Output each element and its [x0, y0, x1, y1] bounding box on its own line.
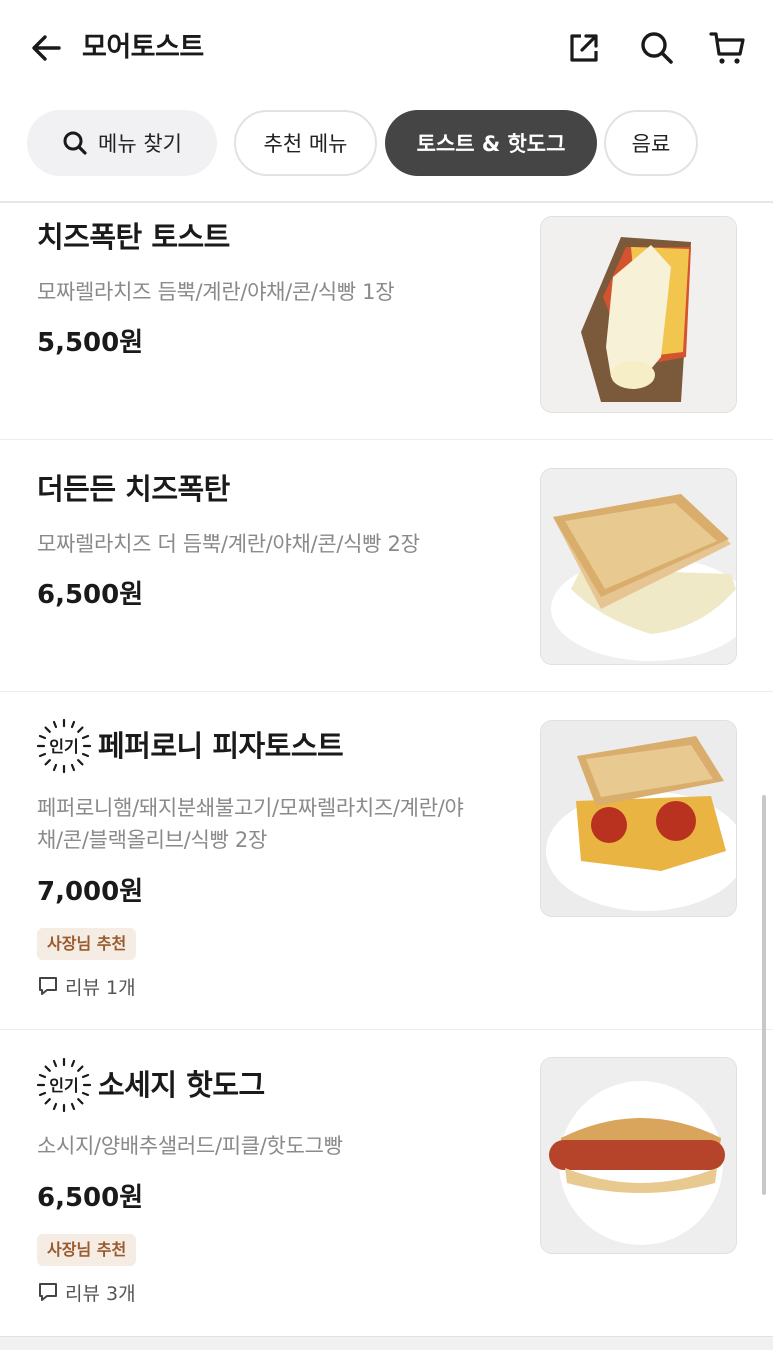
menu-item-name: 치즈폭탄 토스트	[37, 220, 230, 254]
scrollbar[interactable]	[762, 795, 766, 1195]
menu-item-price: 6,500원	[37, 1183, 144, 1213]
menu-item-name: 소세지 핫도그	[98, 1068, 265, 1102]
cart-button[interactable]	[707, 28, 747, 68]
menu-item-name: 페퍼로니 피자토스트	[98, 729, 344, 763]
double-cheese-toast-photo[interactable]	[540, 468, 737, 665]
owner-recommend-badge: 사장님 추천	[37, 1234, 137, 1266]
menu-item[interactable]: 치즈폭탄 토스트 모짜렐라치즈 듬뿍/계란/야채/콘/식빵 1장 5,500원	[0, 203, 773, 439]
menu-item[interactable]: 인기 페퍼로니 피자토스트 페퍼로니햄/돼지분쇄불고기/모짜렐라치즈/계란/야 …	[0, 692, 773, 1029]
tab-drinks[interactable]: 음료	[604, 110, 698, 176]
food-photo	[541, 217, 736, 412]
pepperoni-pizza-toast-photo[interactable]	[540, 720, 737, 917]
app-header: 모어토스트	[0, 0, 773, 96]
cheese-toast-photo[interactable]	[540, 216, 737, 413]
menu-item[interactable]: 더든든 치즈폭탄 모짜렐라치즈 더 듬뿍/계란/야채/콘/식빵 2장 6,500…	[0, 440, 773, 691]
menu-item-price: 7,000원	[37, 877, 144, 907]
page-title: 모어토스트	[82, 32, 204, 63]
menu-item-price: 5,500원	[37, 328, 144, 358]
owner-recommend-badge: 사장님 추천	[37, 928, 137, 960]
popular-badge-icon: 인기	[36, 1057, 92, 1113]
tab-recommended[interactable]: 추천 메뉴	[234, 110, 377, 176]
menu-search-label: 메뉴 찾기	[98, 132, 182, 156]
bottom-edge	[0, 1336, 773, 1350]
speech-bubble-icon	[39, 977, 57, 995]
popular-badge-label: 인기	[49, 737, 78, 756]
food-photo	[541, 721, 736, 916]
food-photo	[541, 1058, 736, 1253]
menu-item-description: 모짜렐라치즈 더 듬뿍/계란/야채/콘/식빵 2장	[37, 532, 420, 556]
popular-badge-label: 인기	[49, 1076, 78, 1095]
menu-item[interactable]: 인기 소세지 핫도그 소시지/양배추샐러드/피클/핫도그빵 6,500원 사장님…	[0, 1030, 773, 1336]
cart-icon	[709, 32, 745, 64]
speech-bubble-icon	[39, 1283, 57, 1301]
menu-item-description-cont: 채/콘/블랙올리브/식빵 2장	[37, 828, 267, 852]
food-photo	[541, 469, 736, 664]
arrow-left-icon	[32, 35, 61, 61]
review-count: 리뷰 3개	[65, 1282, 136, 1305]
tab-label: 토스트 & 핫도그	[416, 132, 566, 156]
menu-search-chip[interactable]: 메뉴 찾기	[27, 110, 217, 176]
tab-label: 추천 메뉴	[263, 132, 348, 156]
review-count: 리뷰 1개	[65, 976, 136, 999]
share-external-icon	[570, 34, 598, 62]
back-button[interactable]	[26, 28, 66, 68]
menu-item-description: 모짜렐라치즈 듬뿍/계란/야채/콘/식빵 1장	[37, 280, 395, 304]
menu-item-price: 6,500원	[37, 580, 144, 610]
tab-label: 음료	[631, 132, 671, 156]
search-icon	[641, 32, 673, 64]
menu-item-name: 더든든 치즈폭탄	[37, 472, 230, 506]
menu-item-description: 페퍼로니햄/돼지분쇄불고기/모짜렐라치즈/계란/야	[37, 796, 464, 820]
search-icon	[63, 131, 87, 155]
tab-toast-hotdog[interactable]: 토스트 & 핫도그	[385, 110, 597, 176]
sausage-hotdog-photo[interactable]	[540, 1057, 737, 1254]
menu-item-description: 소시지/양배추샐러드/피클/핫도그빵	[37, 1134, 343, 1158]
popular-badge-icon: 인기	[36, 718, 92, 774]
review-link[interactable]: 리뷰 3개	[37, 1277, 136, 1307]
search-button[interactable]	[637, 28, 677, 68]
review-link[interactable]: 리뷰 1개	[37, 971, 136, 1001]
share-button[interactable]	[564, 28, 604, 68]
category-chip-bar: 메뉴 찾기 추천 메뉴 토스트 & 핫도그 음료	[0, 110, 773, 178]
